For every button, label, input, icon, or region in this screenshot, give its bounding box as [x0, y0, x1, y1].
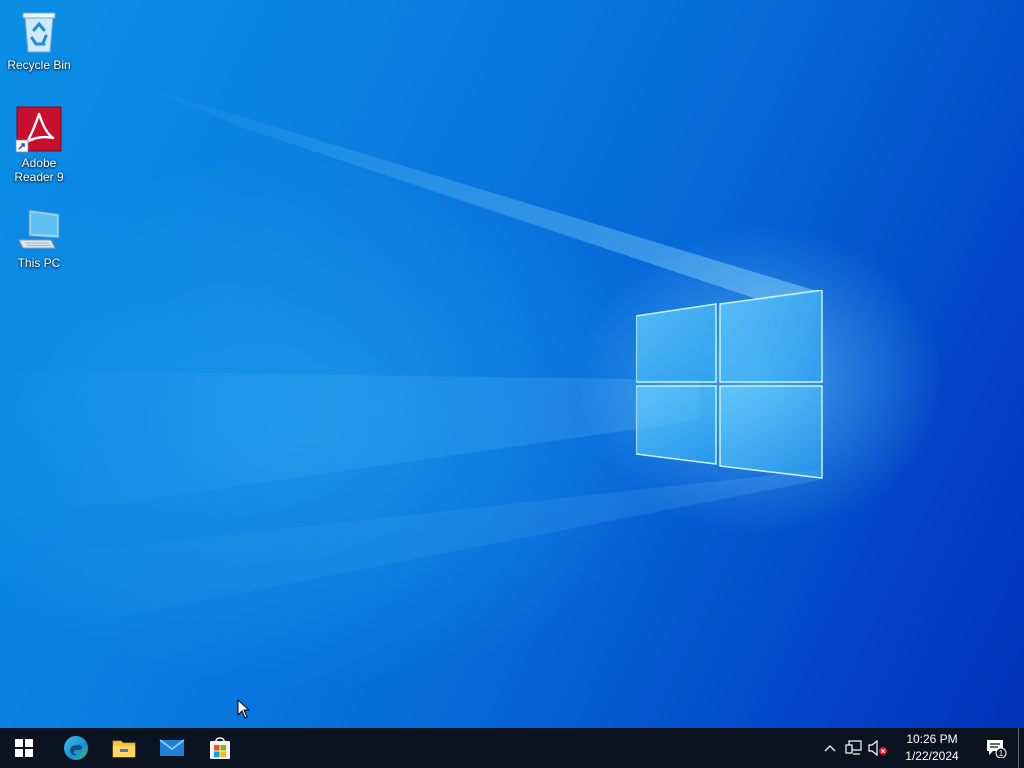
notification-count-badge: 1 [999, 749, 1004, 758]
desktop-icon-adobe-reader[interactable]: Adobe Reader 9 [0, 106, 78, 184]
file-explorer-icon [112, 740, 136, 758]
volume-muted-icon [868, 740, 887, 756]
taskbar-clock[interactable]: 10:26 PM 1/22/2024 [890, 731, 974, 765]
desktop-icon-recycle-bin[interactable]: Recycle Bin [0, 8, 78, 72]
desktop-icon-label: This PC [17, 256, 61, 270]
mail-icon [159, 739, 185, 756]
network-tray-button[interactable] [842, 728, 866, 768]
this-pc-icon [15, 206, 63, 254]
taskbar-edge-button[interactable] [52, 728, 100, 768]
network-icon [845, 740, 862, 755]
taskbar-mail-button[interactable] [148, 728, 196, 768]
taskbar: 10:26 PM 1/22/2024 1 [0, 728, 1024, 768]
edge-icon [64, 736, 88, 760]
desktop[interactable]: Recycle Bin Adobe Reader 9 This PC [0, 0, 1024, 728]
taskbar-file-explorer-button[interactable] [100, 728, 148, 768]
windows-start-icon [15, 739, 33, 757]
chevron-up-icon [824, 745, 836, 752]
desktop-icon-this-pc[interactable]: This PC [0, 206, 78, 270]
show-desktop-button[interactable] [1018, 728, 1024, 768]
microsoft-store-icon [210, 737, 230, 759]
mouse-cursor-icon [237, 699, 251, 719]
wallpaper-light-beams [0, 80, 820, 640]
desktop-icon-label: Recycle Bin [7, 58, 71, 72]
show-hidden-icons-button[interactable] [818, 728, 842, 768]
desktop-icon-label: Adobe Reader 9 [14, 156, 64, 184]
adobe-reader-icon [15, 106, 63, 154]
action-center-button[interactable]: 1 [974, 728, 1018, 768]
clock-time: 10:26 PM [906, 732, 958, 746]
start-button[interactable] [0, 728, 48, 768]
system-tray: 10:26 PM 1/22/2024 1 [818, 728, 1024, 768]
taskbar-store-button[interactable] [196, 728, 244, 768]
recycle-bin-icon [15, 8, 63, 56]
clock-date: 1/22/2024 [905, 749, 959, 763]
windows-wallpaper-logo [636, 290, 823, 479]
notification-icon: 1 [987, 740, 1007, 758]
volume-tray-button[interactable] [866, 728, 890, 768]
